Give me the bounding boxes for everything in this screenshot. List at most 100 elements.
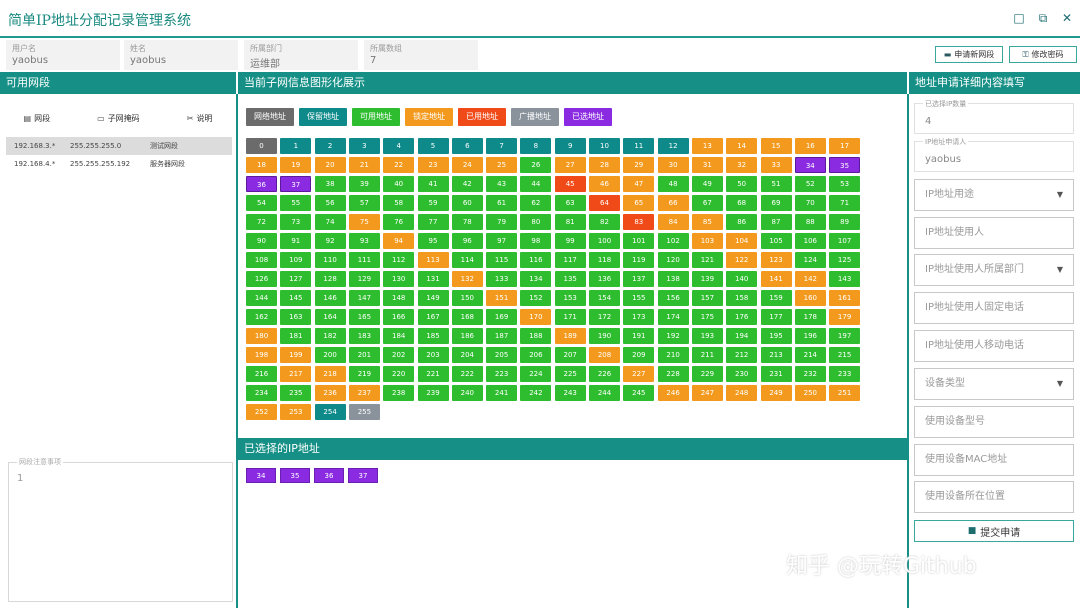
ip-cell[interactable]: 118 [589,252,620,268]
ip-cell[interactable]: 203 [417,347,449,363]
ip-cell[interactable]: 121 [691,252,723,268]
ip-cell[interactable]: 228 [657,366,689,382]
ip-cell[interactable]: 47 [623,176,655,192]
ip-cell[interactable]: 61 [486,195,518,211]
ip-cell[interactable]: 38 [314,176,346,192]
ip-cell[interactable]: 164 [314,309,346,325]
ip-cell[interactable]: 36 [246,176,277,192]
ip-cell[interactable]: 91 [280,233,312,249]
ip-cell[interactable]: 224 [520,366,552,382]
ip-cell[interactable]: 97 [486,233,518,249]
ip-cell[interactable]: 52 [794,176,826,192]
ip-cell[interactable]: 242 [520,385,552,401]
ip-cell[interactable]: 60 [451,195,483,211]
ip-cell[interactable]: 158 [726,290,758,306]
ip-cell[interactable]: 21 [348,157,380,173]
ip-cell[interactable]: 247 [691,385,723,401]
ip-cell[interactable]: 225 [554,366,586,382]
ip-cell[interactable]: 37 [280,176,312,192]
ip-cell[interactable]: 17 [829,138,861,154]
ip-cell[interactable]: 33 [760,157,792,173]
ip-cell[interactable]: 165 [348,309,380,325]
ip-cell[interactable]: 211 [691,347,723,363]
ip-cell[interactable]: 229 [691,366,723,382]
apply-new-segment-button[interactable]: ▬ 申请新网段 [935,46,1003,63]
segment-row[interactable]: 192.168.4.* 255.255.255.192 服务器网段 [6,155,232,173]
ip-cell[interactable]: 2 [314,138,346,154]
ip-cell[interactable]: 169 [486,309,518,325]
ip-cell[interactable]: 126 [246,271,277,287]
ip-cell[interactable]: 15 [760,138,792,154]
ip-cell[interactable]: 160 [794,290,826,306]
close-icon[interactable]: ✕ [1060,11,1074,25]
device-model-input[interactable]: 使用设备型号 [914,406,1074,438]
ip-cell[interactable]: 85 [691,214,723,230]
ip-cell[interactable]: 127 [280,271,312,287]
ip-cell[interactable]: 200 [314,347,346,363]
ip-cell[interactable]: 71 [829,195,861,211]
ip-cell[interactable]: 89 [829,214,861,230]
ip-cell[interactable]: 133 [486,271,518,287]
ip-cell[interactable]: 76 [383,214,415,230]
ip-cell[interactable]: 3 [348,138,380,154]
ip-cell[interactable]: 12 [657,138,689,154]
ip-cell[interactable]: 239 [417,385,449,401]
ip-cell[interactable]: 64 [589,195,620,211]
ip-cell[interactable]: 170 [520,309,552,325]
ip-cell[interactable]: 73 [280,214,312,230]
ip-cell[interactable]: 230 [726,366,758,382]
ip-cell[interactable]: 26 [520,157,552,173]
ip-cell[interactable]: 192 [657,328,689,344]
ip-cell[interactable]: 213 [760,347,792,363]
ip-cell[interactable]: 233 [829,366,861,382]
ip-cell[interactable]: 209 [623,347,655,363]
ip-cell[interactable]: 59 [417,195,449,211]
ip-cell[interactable]: 193 [691,328,723,344]
ip-cell[interactable]: 148 [383,290,415,306]
ip-cell[interactable]: 131 [417,271,449,287]
segment-row[interactable]: 192.168.3.* 255.255.255.0 测试网段 [6,137,232,155]
ip-cell[interactable]: 226 [589,366,620,382]
ip-cell[interactable]: 120 [657,252,689,268]
ip-cell[interactable]: 236 [314,385,346,401]
ip-cell[interactable]: 232 [794,366,826,382]
ip-cell[interactable]: 108 [246,252,277,268]
mac-input[interactable]: 使用设备MAC地址 [914,444,1074,476]
ip-cell[interactable]: 117 [554,252,586,268]
ip-cell[interactable]: 20 [314,157,346,173]
ip-cell[interactable]: 69 [760,195,792,211]
ip-cell[interactable]: 176 [726,309,758,325]
ip-cell[interactable]: 82 [589,214,620,230]
ip-cell[interactable]: 115 [486,252,518,268]
ip-cell[interactable]: 202 [383,347,415,363]
user-input[interactable]: IP地址使用人 [914,217,1074,249]
ip-cell[interactable]: 201 [348,347,380,363]
ip-cell[interactable]: 105 [760,233,792,249]
ip-cell[interactable]: 11 [623,138,655,154]
ip-cell[interactable]: 206 [520,347,552,363]
ip-cell[interactable]: 204 [451,347,483,363]
ip-cell[interactable]: 140 [726,271,758,287]
ip-cell[interactable]: 149 [417,290,449,306]
ip-cell[interactable]: 54 [246,195,277,211]
department-select[interactable]: IP地址使用人所属部门 ▼ [914,254,1074,286]
ip-cell[interactable]: 171 [554,309,586,325]
ip-cell[interactable]: 128 [314,271,346,287]
column-note[interactable]: ✂ 说明 [187,110,213,126]
ip-cell[interactable]: 94 [383,233,415,249]
ip-cell[interactable]: 146 [314,290,346,306]
ip-cell[interactable]: 246 [657,385,689,401]
ip-cell[interactable]: 68 [726,195,758,211]
ip-cell[interactable]: 174 [657,309,689,325]
ip-cell[interactable]: 254 [314,404,346,420]
ip-cell[interactable]: 96 [451,233,483,249]
ip-cell[interactable]: 40 [383,176,415,192]
ip-cell[interactable]: 244 [589,385,620,401]
ip-cell[interactable]: 114 [451,252,483,268]
ip-cell[interactable]: 222 [451,366,483,382]
ip-cell[interactable]: 168 [451,309,483,325]
ip-cell[interactable]: 41 [417,176,449,192]
ip-cell[interactable]: 173 [623,309,655,325]
ip-cell[interactable]: 240 [451,385,483,401]
ip-cell[interactable]: 198 [246,347,277,363]
